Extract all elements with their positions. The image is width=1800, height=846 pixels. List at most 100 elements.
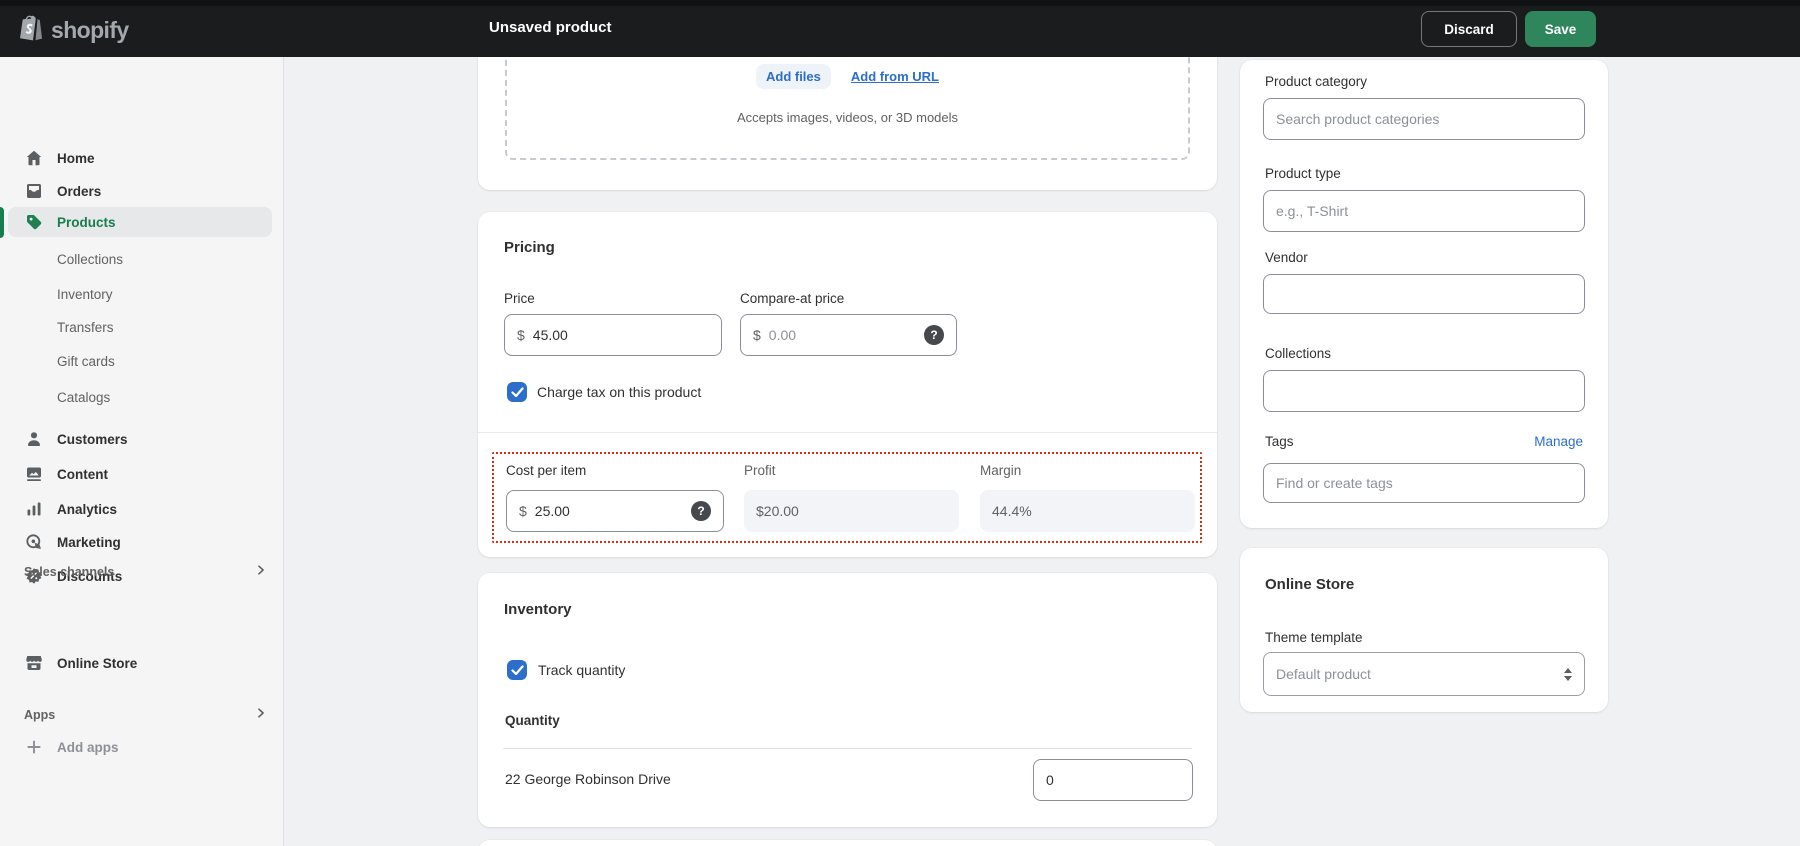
margin-label: Margin	[980, 463, 1021, 478]
quantity-input[interactable]	[1046, 772, 1180, 788]
sidebar-item-collections[interactable]: Collections	[8, 244, 272, 274]
charge-tax-label: Charge tax on this product	[537, 384, 701, 400]
theme-template-select[interactable]: Default product	[1263, 652, 1585, 696]
media-hint-text: Accepts images, videos, or 3D models	[507, 110, 1188, 125]
price-label: Price	[504, 291, 535, 306]
page-title: Unsaved product	[489, 19, 612, 36]
products-icon	[24, 212, 44, 232]
profit-label: Profit	[744, 463, 776, 478]
cost-per-item-highlight-box: Cost per item Profit Margin $ ? $20.00 4…	[492, 452, 1202, 543]
inventory-card: Inventory Track quantity Quantity 22 Geo…	[478, 573, 1217, 827]
theme-template-label: Theme template	[1265, 630, 1363, 645]
vendor-input[interactable]	[1276, 286, 1572, 302]
compare-at-price-input-wrap: $ ?	[740, 314, 957, 356]
cost-per-item-input-wrap: $ ?	[506, 490, 724, 532]
product-category-input[interactable]	[1276, 111, 1572, 127]
select-updown-icon	[1564, 668, 1572, 681]
sidebar-item-label: Orders	[57, 184, 101, 199]
next-card-partial	[478, 840, 1217, 846]
currency-prefix: $	[519, 503, 527, 519]
divider	[478, 432, 1217, 433]
sidebar-item-label: Transfers	[57, 320, 114, 335]
orders-icon	[24, 181, 44, 201]
compare-at-price-label: Compare-at price	[740, 291, 844, 306]
sidebar-item-label: Content	[57, 467, 108, 482]
track-quantity-checkbox[interactable]	[507, 660, 527, 680]
sidebar-item-label: Analytics	[57, 502, 117, 517]
sidebar-item-label: Catalogs	[57, 390, 110, 405]
collections-label: Collections	[1265, 346, 1331, 361]
add-from-url-link[interactable]: Add from URL	[851, 69, 939, 84]
compare-at-help-icon[interactable]: ?	[924, 325, 944, 345]
compare-at-price-input[interactable]	[769, 327, 916, 343]
vendor-label: Vendor	[1265, 250, 1308, 265]
product-organization-card: Product category Product type Vendor Col…	[1240, 60, 1608, 528]
sidebar-item-label: Home	[57, 151, 95, 166]
chevron-right-icon	[254, 563, 268, 582]
sidebar-item-inventory[interactable]: Inventory	[8, 279, 272, 309]
online-store-title: Online Store	[1265, 576, 1354, 593]
sidebar-item-transfers[interactable]: Transfers	[8, 312, 272, 342]
collections-input[interactable]	[1276, 383, 1572, 399]
manage-tags-link[interactable]: Manage	[1534, 434, 1583, 449]
sidebar-nav: Home Orders Products Collections Inventory Tr…	[0, 57, 284, 846]
cost-per-item-input[interactable]	[535, 503, 683, 519]
track-quantity-label: Track quantity	[538, 662, 625, 678]
sidebar-item-label: Customers	[57, 432, 128, 447]
sidebar-item-add-apps[interactable]: Add apps	[8, 732, 272, 762]
currency-prefix: $	[753, 327, 761, 343]
sidebar-item-catalogs[interactable]: Catalogs	[8, 382, 272, 412]
pricing-title: Pricing	[504, 239, 555, 256]
sidebar-item-label: Gift cards	[57, 354, 115, 369]
sidebar-item-products[interactable]: Products	[8, 207, 272, 237]
tags-label: Tags	[1265, 434, 1294, 449]
collections-input-wrap	[1263, 370, 1585, 412]
profit-readonly-field: $20.00	[744, 490, 959, 532]
vendor-input-wrap	[1263, 274, 1585, 314]
sidebar-item-analytics[interactable]: Analytics	[8, 494, 272, 524]
sidebar-item-content[interactable]: Content	[8, 459, 272, 489]
storefront-icon	[24, 653, 44, 673]
discard-button[interactable]: Discard	[1421, 11, 1517, 47]
shopify-admin-window: shopify Unsaved product Discard Save Hom…	[0, 0, 1800, 846]
shopify-logo[interactable]: shopify	[18, 14, 129, 47]
product-category-label: Product category	[1265, 74, 1367, 89]
sidebar-item-label: Inventory	[57, 287, 113, 302]
price-input[interactable]	[533, 327, 709, 343]
margin-readonly-field: 44.4%	[980, 490, 1195, 532]
plus-icon	[24, 737, 44, 757]
sidebar-item-label: Collections	[57, 252, 123, 267]
sidebar-item-marketing[interactable]: Marketing	[8, 527, 272, 557]
sidebar-item-gift-cards[interactable]: Gift cards	[8, 346, 272, 376]
content-icon	[24, 464, 44, 484]
cost-per-item-help-icon[interactable]: ?	[691, 501, 711, 521]
add-files-button[interactable]: Add files	[756, 64, 831, 89]
quantity-input-wrap	[1033, 759, 1193, 801]
home-icon	[24, 148, 44, 168]
theme-template-value: Default product	[1276, 666, 1371, 682]
sidebar-header-sales-channels[interactable]: Sales channels	[24, 563, 268, 581]
sidebar-item-label: Products	[57, 215, 116, 230]
media-dropzone[interactable]: Add files Add from URL Accepts images, v…	[505, 40, 1190, 160]
inventory-title: Inventory	[504, 601, 572, 618]
shopify-bag-icon	[18, 14, 44, 47]
analytics-icon	[24, 499, 44, 519]
top-bar: shopify Unsaved product Discard Save	[0, 0, 1800, 57]
product-type-label: Product type	[1265, 166, 1341, 181]
product-type-input[interactable]	[1276, 203, 1572, 219]
sidebar-item-customers[interactable]: Customers	[8, 424, 272, 454]
sidebar-item-label: Marketing	[57, 535, 121, 550]
media-card: Add files Add from URL Accepts images, v…	[478, 40, 1217, 190]
sidebar-item-online-store[interactable]: Online Store	[8, 648, 272, 678]
save-button[interactable]: Save	[1525, 11, 1596, 47]
currency-prefix: $	[517, 327, 525, 343]
selected-accent-bar	[0, 207, 4, 238]
charge-tax-checkbox[interactable]	[507, 382, 527, 402]
customers-icon	[24, 429, 44, 449]
quantity-section-label: Quantity	[505, 713, 560, 728]
sidebar-header-apps[interactable]: Apps	[24, 706, 268, 724]
sidebar-item-orders[interactable]: Orders	[8, 176, 272, 206]
sidebar-item-home[interactable]: Home	[8, 143, 272, 173]
tags-input[interactable]	[1276, 475, 1572, 491]
product-type-input-wrap	[1263, 190, 1585, 232]
